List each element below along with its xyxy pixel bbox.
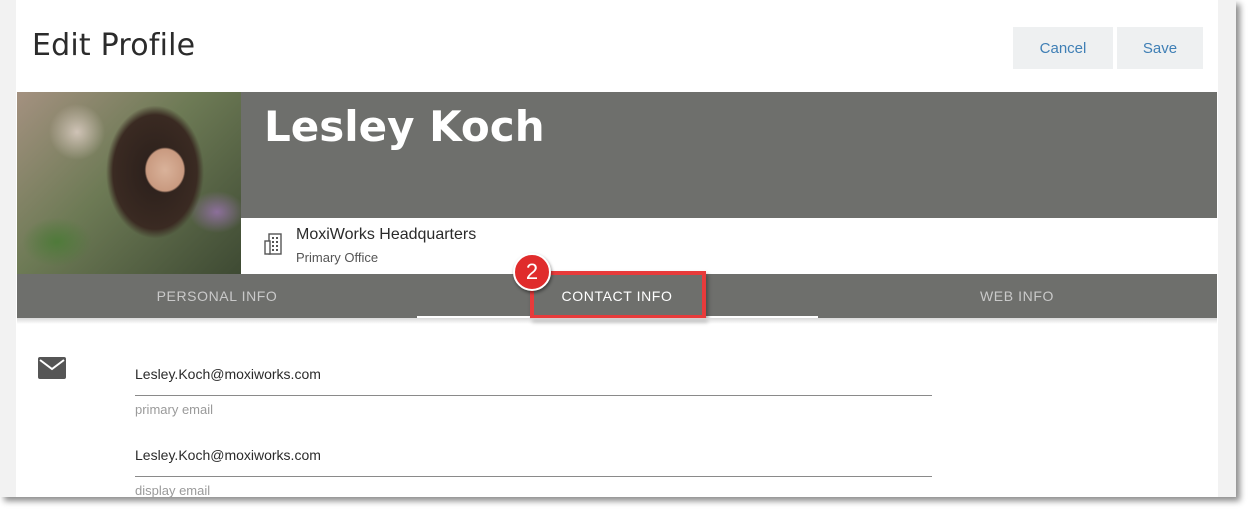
office-building-icon bbox=[264, 233, 282, 255]
callout-highlight-box bbox=[530, 271, 706, 319]
left-gutter bbox=[0, 0, 16, 497]
edit-profile-window: Edit Profile Cancel Save Lesley Koch Mox… bbox=[0, 0, 1236, 497]
display-email-underline bbox=[135, 476, 932, 477]
display-email-input[interactable]: Lesley.Koch@moxiworks.com bbox=[135, 447, 321, 463]
primary-email-underline bbox=[135, 395, 932, 396]
profile-photo[interactable] bbox=[17, 92, 241, 274]
content-divider-shadow bbox=[17, 318, 1217, 324]
tab-personal-info[interactable]: PERSONAL INFO bbox=[17, 274, 417, 318]
save-button[interactable]: Save bbox=[1117, 27, 1203, 69]
tab-web-info[interactable]: WEB INFO bbox=[817, 274, 1217, 318]
cancel-button[interactable]: Cancel bbox=[1013, 27, 1113, 69]
step-number-badge: 2 bbox=[513, 253, 551, 291]
envelope-icon bbox=[38, 357, 66, 379]
profile-name: Lesley Koch bbox=[264, 102, 545, 151]
right-gutter bbox=[1218, 0, 1236, 497]
office-role: Primary Office bbox=[296, 250, 379, 265]
page-title: Edit Profile bbox=[32, 28, 196, 63]
office-name: MoxiWorks Headquarters bbox=[296, 226, 477, 243]
primary-email-input[interactable]: Lesley.Koch@moxiworks.com bbox=[135, 366, 321, 382]
display-email-label: display email bbox=[135, 483, 211, 497]
primary-email-label: primary email bbox=[135, 402, 214, 417]
